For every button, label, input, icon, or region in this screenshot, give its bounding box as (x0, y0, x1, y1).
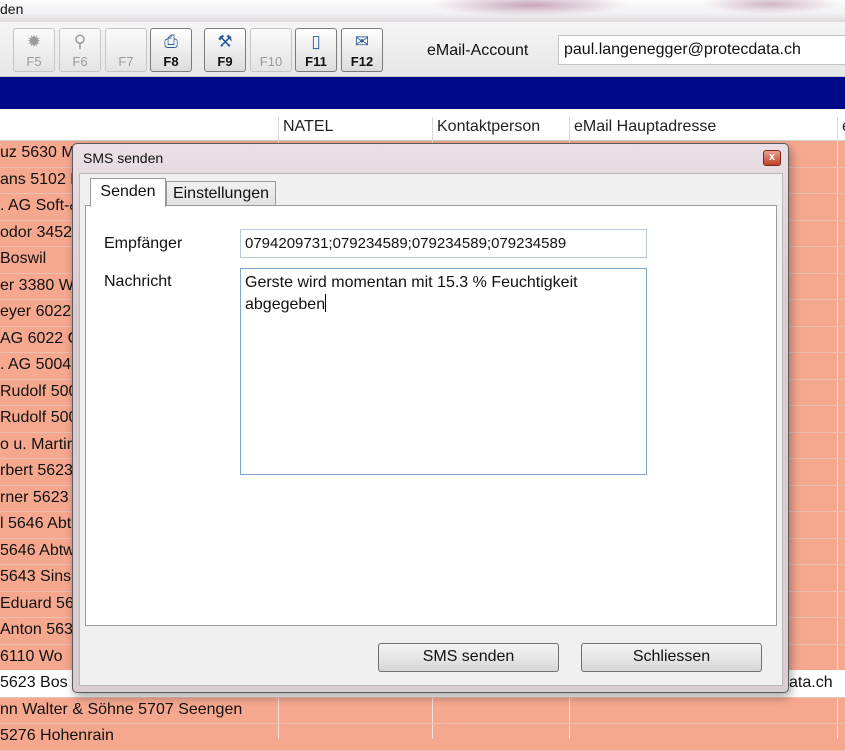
magnifier-icon: ⚲ (73, 32, 87, 51)
tab-panel-senden: Empfänger 0794209731;079234589;079234589… (85, 205, 777, 626)
message-label: Nachricht (104, 273, 172, 290)
blank-icon (251, 29, 291, 55)
f8-button[interactable]: ⎙ F8 (150, 28, 192, 72)
title-bar-glass-highlight (700, 0, 840, 14)
column-header-natel[interactable]: NATEL (278, 117, 432, 140)
email-account-field[interactable]: paul.langenegger@protecdata.ch (558, 35, 845, 65)
column-header-email[interactable]: eMail Hauptadresse (569, 117, 837, 140)
grid-top-gap (0, 109, 845, 117)
window-title: den (0, 1, 24, 17)
f5-label: F5 (26, 54, 42, 69)
message-textarea[interactable]: Gerste wird momentan mit 15.3 % Feuchtig… (240, 268, 647, 475)
bug-icon: ✹ (26, 32, 42, 51)
table-cell-email: ata.ch (789, 674, 833, 691)
sms-dialog: SMS senden x Senden Einstellungen Empfän… (72, 143, 789, 693)
column-header-kontaktperson[interactable]: Kontaktperson (432, 117, 569, 140)
f11-label: F11 (305, 54, 327, 69)
f7-label: F7 (118, 54, 134, 69)
tab-senden[interactable]: Senden (90, 178, 166, 207)
message-text: Gerste wird momentan mit 15.3 % Feuchtig… (245, 274, 583, 313)
header-band (0, 77, 845, 109)
f11-button[interactable]: ▯ F11 (295, 28, 337, 72)
table-cell: 5276 Hohenrain (0, 727, 114, 744)
tools-icon: ⚒ (217, 32, 233, 51)
grid-header: NATEL Kontaktperson eMail Hauptadresse e (0, 117, 845, 141)
f12-label: F12 (350, 54, 374, 69)
f12-button[interactable]: ✉ F12 (341, 28, 383, 72)
envelope-icon: ✉ (354, 32, 370, 51)
table-row[interactable]: nn Walter & Söhne 5707 Seengen (0, 697, 845, 724)
recipient-label: Empfänger (104, 235, 183, 252)
f7-button[interactable]: F7 (105, 28, 147, 72)
printer-icon: ⎙ (164, 32, 178, 51)
table-cell: nn Walter & Söhne 5707 Seengen (0, 700, 243, 718)
f10-label: F10 (259, 54, 283, 69)
f9-button[interactable]: ⚒ F9 (204, 28, 246, 72)
recipient-input[interactable]: 0794209731;079234589;079234589;079234589 (240, 229, 647, 258)
dialog-title: SMS senden (83, 150, 164, 166)
tab-einstellungen[interactable]: Einstellungen (166, 181, 276, 206)
f6-label: F6 (72, 54, 88, 69)
text-caret (325, 294, 327, 312)
f10-button[interactable]: F10 (250, 28, 292, 72)
f5-button[interactable]: ✹ F5 (13, 28, 55, 72)
close-button[interactable]: Schliessen (581, 643, 762, 672)
table-row[interactable]: 5276 Hohenrain (0, 723, 845, 751)
column-header-next[interactable]: e (837, 117, 845, 140)
mobile-phone-icon: ▯ (311, 32, 321, 51)
f9-label: F9 (217, 54, 233, 69)
send-sms-button[interactable]: SMS senden (378, 643, 559, 672)
f6-button[interactable]: ⚲ F6 (59, 28, 101, 72)
dialog-client-area: Senden Einstellungen Empfänger 079420973… (79, 173, 783, 686)
title-bar-glass-highlight (430, 0, 630, 16)
window-title-bar: den (0, 0, 845, 22)
close-icon[interactable]: x (763, 150, 781, 166)
f8-label: F8 (163, 54, 179, 69)
email-account-label: eMail-Account (427, 42, 529, 59)
blank-icon (106, 29, 146, 55)
